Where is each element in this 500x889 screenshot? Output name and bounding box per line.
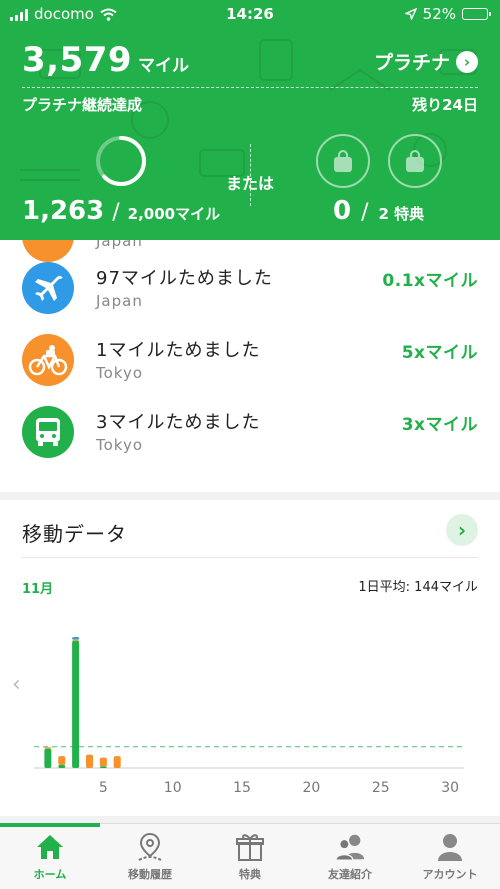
activity-title: 97マイルためました <box>96 268 273 289</box>
progress-goal: 2,000マイル <box>127 205 221 223</box>
shopping-bag-icon <box>388 134 442 188</box>
miles-progress: 1,263 / 2,000マイル <box>22 196 220 226</box>
tab-home[interactable]: ホーム <box>0 832 100 886</box>
reward-count: 0 <box>333 196 352 226</box>
x-tick-label: 30 <box>441 780 459 796</box>
miles-balance: 3,579 マイル <box>22 40 189 80</box>
activity-multiplier: 3xマイル <box>401 415 478 435</box>
tab-history[interactable]: 移動履歴 <box>100 832 200 886</box>
movement-data-card: 移動データ › 11月 1日平均: 144マイル ‹ 5 10 15 20 25 30 <box>0 500 500 816</box>
tab-label: アカウント <box>422 868 478 881</box>
friends-icon <box>334 832 366 862</box>
gift-icon <box>234 832 266 862</box>
miles-value: 3,579 <box>22 40 133 80</box>
progress-ring <box>96 136 146 186</box>
remaining-days: 残り24日 <box>412 96 478 114</box>
x-tick-label: 10 <box>164 780 182 796</box>
chart-bar <box>113 756 121 768</box>
x-tick-label: 5 <box>99 780 108 796</box>
x-tick-label: 20 <box>303 780 321 796</box>
miles-unit: マイル <box>138 56 190 76</box>
tab-invite[interactable]: 友達紹介 <box>300 832 400 886</box>
activity-list: Japan 97マイルためました Japan 0.1xマイル 1マイルためました… <box>0 240 500 492</box>
battery-icon <box>462 8 491 20</box>
home-icon <box>34 832 66 862</box>
chevron-right-icon: › <box>456 50 478 73</box>
shopping-bag-icon <box>316 134 370 188</box>
miles-header: docomo 14:26 52% 3,579 マイル プラチナ › プラチナ継続… <box>0 0 500 240</box>
activity-title: 1マイルためました <box>96 340 261 361</box>
tab-bar: ホーム 移動履歴 特典 友達紹介 アカウント <box>0 823 500 889</box>
location-arrow-icon <box>404 8 417 20</box>
chart-bar <box>72 639 80 641</box>
chart-bar <box>85 754 93 768</box>
tab-rewards[interactable]: 特典 <box>200 832 300 886</box>
chart-bar <box>72 640 80 768</box>
x-tick-label: 25 <box>372 780 390 796</box>
activity-multiplier: 0.1xマイル <box>382 271 478 291</box>
chart-bar <box>99 757 107 767</box>
chart-bar <box>99 766 107 768</box>
x-tick-label: 15 <box>233 780 251 796</box>
tier-link[interactable]: プラチナ › <box>374 48 478 75</box>
tier-status: プラチナ継続達成 <box>22 96 143 114</box>
chart-bar <box>44 748 52 768</box>
list-item[interactable]: 3マイルためました Tokyo 3xマイル <box>0 398 500 468</box>
list-item[interactable]: 1マイルためました Tokyo 5xマイル <box>0 326 500 396</box>
chart-bar <box>58 765 66 768</box>
reward-progress: 0 / 2 特典 <box>333 196 424 226</box>
battery-percent: 52% <box>422 5 456 23</box>
or-label: または <box>226 174 275 193</box>
movement-chart: 5 10 15 20 25 30 <box>34 637 464 796</box>
activity-multiplier: 5xマイル <box>401 343 478 363</box>
tab-label: 移動履歴 <box>128 868 172 881</box>
tier-name: プラチナ <box>373 52 450 74</box>
activity-subtitle: Tokyo <box>96 436 143 454</box>
reward-slash: / <box>361 200 369 225</box>
progress-slash: / <box>112 200 120 225</box>
tab-account[interactable]: アカウント <box>400 832 500 886</box>
activity-subtitle: Tokyo <box>96 364 143 382</box>
status-bar: docomo 14:26 52% <box>0 0 500 30</box>
chart-bar <box>44 747 52 749</box>
map-pin-icon <box>134 832 166 862</box>
chart-bar <box>58 756 66 766</box>
progress-current: 1,263 <box>22 196 105 226</box>
header-divider <box>22 87 478 88</box>
activity-title: 3マイルためました <box>96 412 261 433</box>
account-icon <box>434 832 466 862</box>
tab-indicator <box>0 823 100 827</box>
tab-label: 友達紹介 <box>328 868 372 881</box>
bicycle-icon <box>22 334 74 386</box>
bus-icon <box>22 406 74 458</box>
activity-subtitle: Japan <box>96 240 143 250</box>
reward-total: 2 特典 <box>378 205 425 223</box>
tab-label: 特典 <box>239 868 261 881</box>
list-item[interactable]: 97マイルためました Japan 0.1xマイル <box>0 254 500 324</box>
tab-label: ホーム <box>33 868 67 881</box>
activity-subtitle: Japan <box>96 292 143 310</box>
status-right: 52% <box>404 5 491 23</box>
chart-bar <box>72 637 80 640</box>
airplane-icon <box>22 262 74 314</box>
